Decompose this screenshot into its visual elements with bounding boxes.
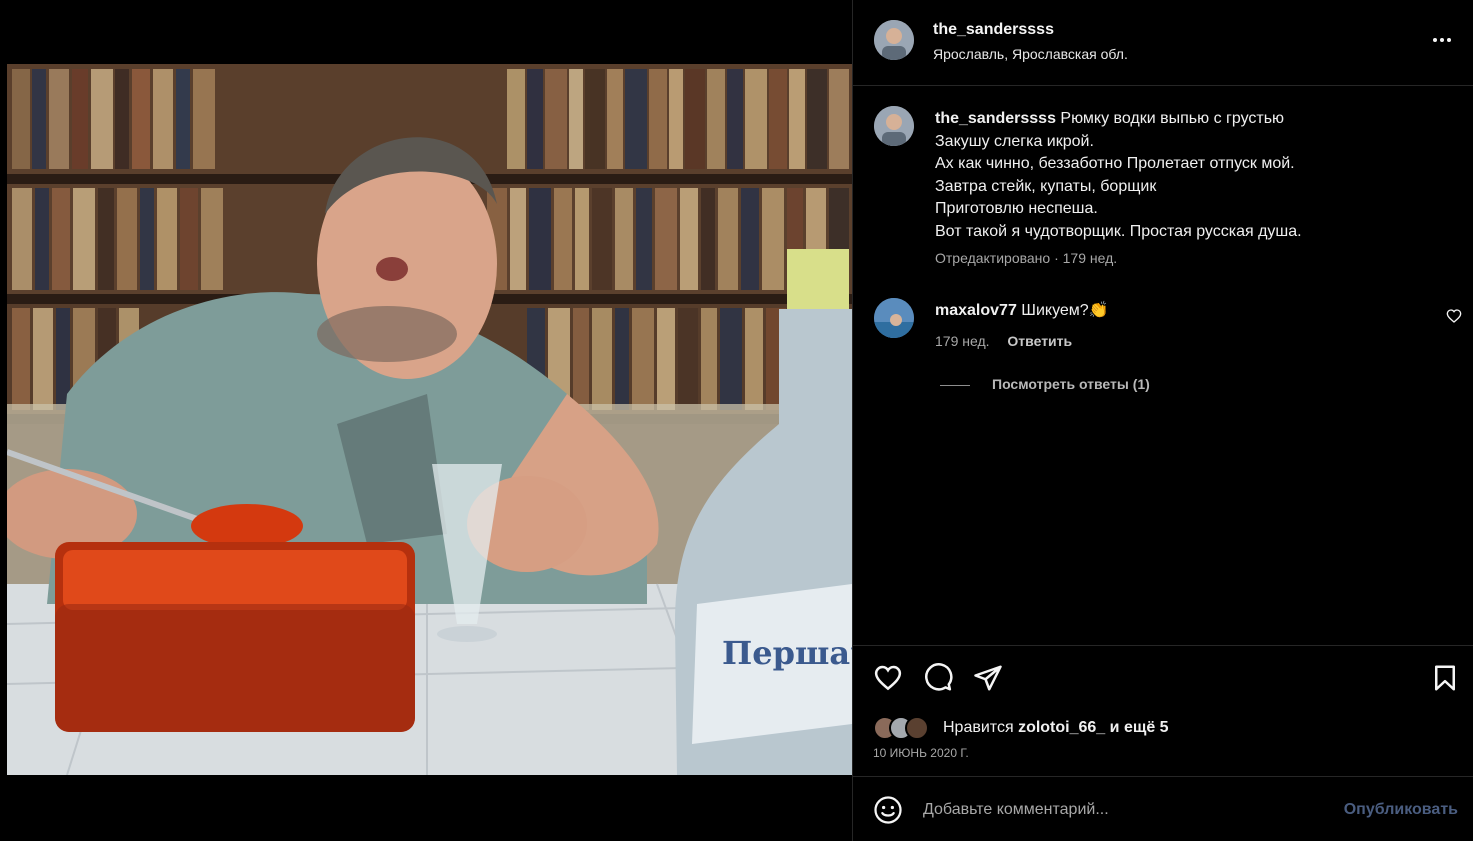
commenter-username[interactable]: maxalov77 [935,302,1017,319]
comment-icon[interactable] [923,663,953,693]
more-horizontal-icon[interactable] [1430,28,1454,52]
send-icon[interactable] [973,663,1003,693]
comment-input[interactable] [923,797,1323,823]
post-media-area: Першачо [0,0,852,841]
comment-time: 179 нед. [935,333,990,349]
likes-summary[interactable]: Нравится zolotoi_66_ и ещё 5 [943,719,1169,737]
likes-user[interactable]: zolotoi_66_ [1018,719,1105,736]
caption-author-avatar[interactable] [874,106,914,146]
replies-divider [940,384,970,386]
comment-like-heart-icon[interactable] [1446,308,1462,324]
post-location[interactable]: Ярославль, Ярославская обл. [933,46,1128,62]
comment-text: maxalov77 Шикуем?👏 [935,300,1109,320]
likes-prefix: Нравится [943,719,1014,736]
bottle-label: Першачо [722,634,852,672]
post-actions: Нравится zolotoi_66_ и ещё 5 10 ИЮНЬ 202… [853,645,1473,776]
post-sidebar: the_sanderssss Ярославль, Ярославская об… [852,0,1473,841]
author-username[interactable]: the_sanderssss [933,21,1054,39]
post-photo[interactable]: Першачо [7,64,852,775]
caption-line: Приготовлю неспеша. [935,200,1098,217]
comment-item: maxalov77 Шикуем?👏 179 нед. Ответить [853,298,1473,368]
commenter-avatar[interactable] [874,298,914,338]
author-avatar[interactable] [874,20,914,60]
likes-suffix[interactable]: и ещё 5 [1110,719,1169,736]
emoji-icon[interactable] [873,795,903,825]
caption-line: Ах как чинно, беззаботно Пролетает отпус… [935,155,1295,172]
caption-line: Завтра стейк, купаты, борщик [935,177,1157,195]
publish-button[interactable]: Опубликовать [1344,801,1458,819]
liker-avatar[interactable] [905,716,929,740]
caption-meta: Отредактировано · 179 нед. [935,250,1118,266]
bookmark-icon[interactable] [1430,663,1460,693]
caption-username[interactable]: the_sanderssss [935,110,1056,127]
caption-text: the_sanderssss Рюмку водки выпью с груст… [935,108,1455,243]
caption-line: Вот такой я чудотворщик. Простая русская… [935,222,1302,240]
photo-illustration: Першачо [7,64,852,775]
comment-meta: 179 нед. Ответить [935,333,1072,349]
heart-icon[interactable] [873,663,903,693]
view-replies-label: Посмотреть ответы (1) [992,376,1150,392]
caption-line: Закушу слегка икрой. [935,132,1094,150]
comment-composer: Опубликовать [853,776,1473,841]
comment-body: Шикуем?👏 [1021,302,1109,319]
reply-button[interactable]: Ответить [1007,333,1072,349]
view-replies-button[interactable]: Посмотреть ответы (1) [940,376,1150,392]
caption-line: Рюмку водки выпью с грустью [1060,110,1285,127]
post-header: the_sanderssss Ярославль, Ярославская об… [853,0,1473,86]
post-date: 10 ИЮНЬ 2020 Г. [873,746,969,760]
